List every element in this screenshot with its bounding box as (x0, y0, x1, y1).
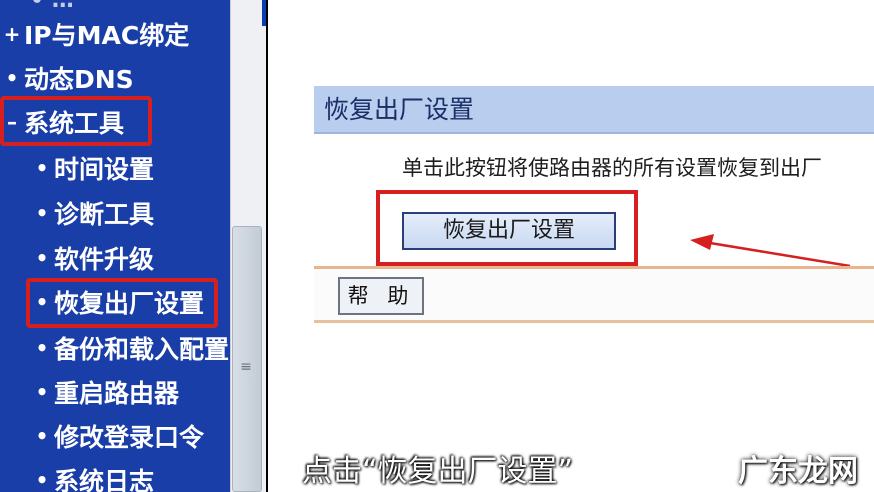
highlight-box-factory-reset (26, 278, 218, 328)
sidebar-item-time-settings[interactable]: • 时间设置 (30, 150, 154, 186)
sidebar-item-backup-restore[interactable]: • 备份和载入配置 (30, 330, 229, 366)
sidebar-item-label: IP与MAC绑定 (24, 21, 190, 50)
sidebar-item-diagnostics[interactable]: • 诊断工具 (30, 195, 154, 231)
sidebar-item-label: 软件升级 (54, 245, 155, 274)
bullet-icon: • (35, 246, 49, 270)
bullet-icon: • (35, 156, 49, 180)
watermark-logo: 广东龙网 (738, 454, 858, 489)
sidebar-item-label: 备份和载入配置 (54, 335, 230, 364)
bullet-icon: • (35, 201, 49, 225)
sidebar-item-label: 诊断工具 (54, 200, 155, 229)
video-caption: 点击“恢复出厂设置” (302, 454, 574, 489)
sidebar-item-reboot[interactable]: • 重启路由器 (30, 374, 179, 410)
sidebar-item-ddns[interactable]: • 动态DNS (0, 60, 134, 96)
sidebar-item-label: 重启路由器 (54, 379, 180, 408)
panel-title: 恢复出厂设置 (314, 86, 874, 134)
sidebar-nav: • … + IP与MAC绑定 • 动态DNS – 系统工具 • 时间设置 • 诊… (0, 0, 230, 492)
sidebar-item-ip-mac-binding[interactable]: + IP与MAC绑定 (0, 16, 190, 52)
sidebar-item-change-password[interactable]: • 修改登录口令 (30, 418, 204, 454)
sidebar-item-system-log[interactable]: • 系统日志 (30, 462, 154, 492)
sidebar-item-label: 动态DNS (24, 65, 134, 94)
panel-description: 单击此按钮将使路由器的所有设置恢复到出厂 (402, 156, 822, 180)
bullet-icon: • (35, 468, 49, 492)
expand-icon: + (3, 22, 21, 46)
bullet-icon: • (35, 424, 49, 448)
sidebar-item-firmware-upgrade[interactable]: • 软件升级 (30, 240, 154, 276)
bullet-icon: • (35, 380, 49, 404)
sidebar-item-label: 系统日志 (54, 467, 155, 492)
grip-icon: ≡ (240, 359, 252, 375)
sidebar-item-label: 修改登录口令 (54, 423, 205, 452)
panel-footer: 帮 助 (314, 269, 874, 323)
frame-edge (262, 0, 266, 26)
bullet-icon: • (35, 336, 49, 360)
sidebar-item-label: 时间设置 (54, 155, 155, 184)
highlight-box-system-tools (0, 96, 152, 146)
help-button[interactable]: 帮 助 (338, 277, 424, 315)
highlight-box-restore-button (376, 190, 638, 266)
sidebar-item-partial: • … (30, 0, 74, 13)
bullet-icon: • (5, 66, 19, 90)
